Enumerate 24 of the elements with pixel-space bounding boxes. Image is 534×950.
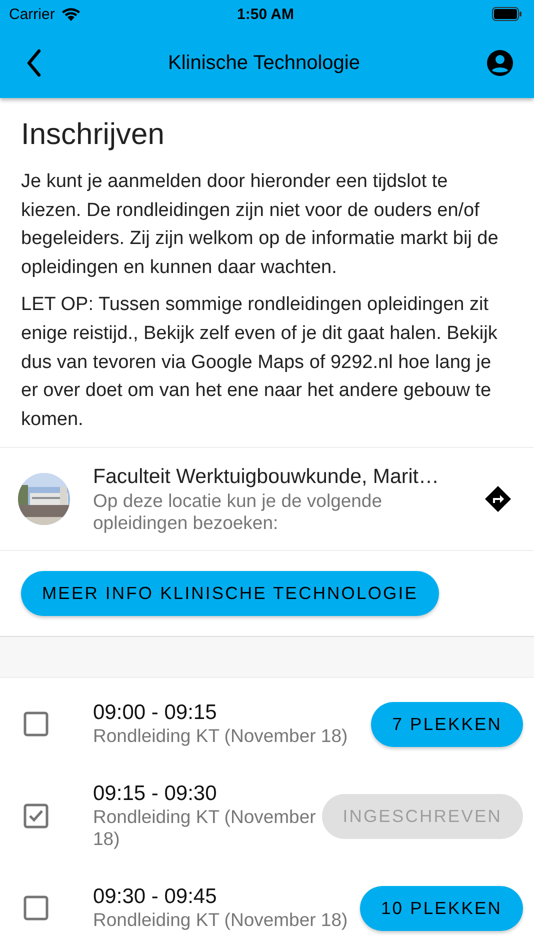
battery-icon [492,7,522,21]
paragraph: Je kunt je aanmelden door hieronder een tijdslot te kiezen. De rondleidingen zijn niet voor de ouders en/of begeleiders. Zij zijn welkom op de informatie markt bij de opleidingen en kunnen daar wachten. [21,170,500,280]
clock: 1:50 AM [237,6,294,22]
location-description: Op deze locatie kun je de volgende opleidingen bezoeken: [93,490,384,534]
slot-description: Rondleiding KT (November 18) [93,806,317,850]
slot-time: 09:30 - 09:45 [93,885,218,910]
slot-description: Rondleiding KT (November 18) [93,909,349,932]
wifi-icon [60,6,81,22]
slot-time: 09:00 - 09:15 [93,701,218,726]
screen-title: Klinische Technologie [168,52,360,74]
carrier-label: Carrier [9,6,55,22]
slot-time: 09:15 - 09:30 [93,782,218,806]
checkbox[interactable] [23,711,49,738]
places-button[interactable]: 10 PLEKKEN [360,886,523,931]
info-button[interactable]: MEER INFO KLINISCHE TECHNOLOGIE [21,571,439,616]
back-icon [26,49,42,77]
slot-description: Rondleiding KT (November 18) [93,725,349,748]
checkbox[interactable] [23,895,49,922]
section-heading: Inschrijven [21,118,166,152]
places-button[interactable]: 7 PLEKKEN [371,702,523,747]
account-icon [486,49,514,77]
location-name: Faculteit Werktuigbouwkunde, Marit… [93,464,440,489]
directions-icon [484,485,512,514]
paragraph: LET OP: Tussen sommige rondleidingen opleidingen zit enige reistijd., Bekijk zelf even of je dit gaat halen. Bekijk dus van tevoren via Google Maps of 9292.nl hoe lang je er over doet om van het ene naar het andere gebouw te komen. [21,293,498,432]
